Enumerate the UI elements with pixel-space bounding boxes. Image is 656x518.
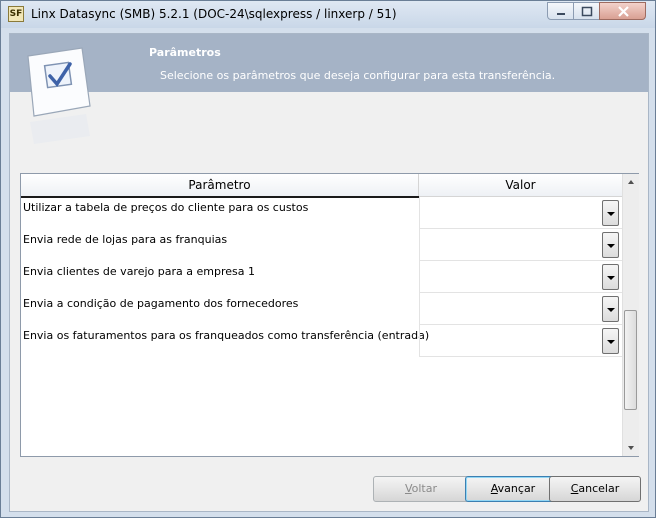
table-row[interactable]: Utilizar a tabela de preços do cliente p… [21,197,622,229]
value-dropdown[interactable] [419,325,622,357]
chevron-down-icon [607,308,615,312]
cancel-button-label: ancelar [578,482,620,495]
value-dropdown[interactable] [419,293,622,325]
parameter-label: Envia rede de lojas para as franquias [23,233,228,246]
wizard-header: Parâmetros Selecione os parâmetros que d… [10,34,648,92]
dropdown-button[interactable] [602,232,619,258]
scroll-thumb[interactable] [624,310,637,410]
dropdown-button[interactable] [602,200,619,226]
dropdown-button[interactable] [602,328,619,354]
chevron-down-icon [607,244,615,248]
maximize-icon [581,6,593,17]
minimize-icon [557,13,565,15]
back-button-label: oltar [411,482,438,495]
table-row[interactable]: Envia a condição de pagamento dos fornec… [21,293,622,325]
page-subtitle: Selecione os parâmetros que deseja confi… [160,69,556,82]
table-row[interactable]: Envia clientes de varejo para a empresa … [21,261,622,293]
scroll-down-button[interactable] [623,440,639,456]
parameter-label: Utilizar a tabela de preços do cliente p… [23,201,309,214]
value-dropdown[interactable] [419,261,622,293]
chevron-down-icon [607,340,615,344]
grid-header: Parâmetro Valor [21,174,622,197]
column-header-parametro[interactable]: Parâmetro [21,174,419,196]
table-row[interactable]: Envia rede de lojas para as franquias [21,229,622,261]
close-button[interactable] [599,2,646,20]
chevron-down-icon [607,212,615,216]
value-dropdown[interactable] [419,229,622,261]
wizard-panel: Parâmetros Selecione os parâmetros que d… [9,33,649,512]
back-button-accesskey: V [404,482,412,495]
parameter-label: Envia a condição de pagamento dos fornec… [23,297,299,310]
parameter-label: Envia os faturamentos para os franqueado… [23,329,430,342]
vertical-scrollbar[interactable] [622,174,639,456]
page-title: Parâmetros [149,46,221,59]
dropdown-button[interactable] [602,264,619,290]
value-dropdown[interactable] [419,197,622,229]
app-icon: SF [8,6,24,22]
title-bar[interactable]: SF Linx Datasync (SMB) 5.2.1 (DOC-24\sql… [1,1,655,28]
minimize-button[interactable] [547,2,574,20]
next-button[interactable]: Avançar [465,476,561,502]
dropdown-button[interactable] [602,296,619,322]
parameters-grid: Parâmetro Valor Utilizar a tabela de pre… [20,173,639,457]
arrow-down-icon [628,446,634,450]
next-button-label: vançar [497,482,536,495]
column-header-valor[interactable]: Valor [419,174,622,196]
maximize-button[interactable] [573,2,600,20]
next-button-accesskey: A [490,482,498,495]
back-button[interactable]: Voltar [373,476,469,502]
close-icon [618,6,629,17]
table-row[interactable]: Envia os faturamentos para os franqueado… [21,325,622,357]
cancel-button[interactable]: Cancelar [549,476,641,502]
parameter-label: Envia clientes de varejo para a empresa … [23,265,255,278]
chevron-down-icon [607,276,615,280]
scroll-up-button[interactable] [623,174,639,190]
arrow-up-icon [628,180,634,184]
app-window: SF Linx Datasync (SMB) 5.2.1 (DOC-24\sql… [0,0,656,518]
window-title: Linx Datasync (SMB) 5.2.1 (DOC-24\sqlexp… [31,7,397,21]
checklist-icon [27,47,91,144]
